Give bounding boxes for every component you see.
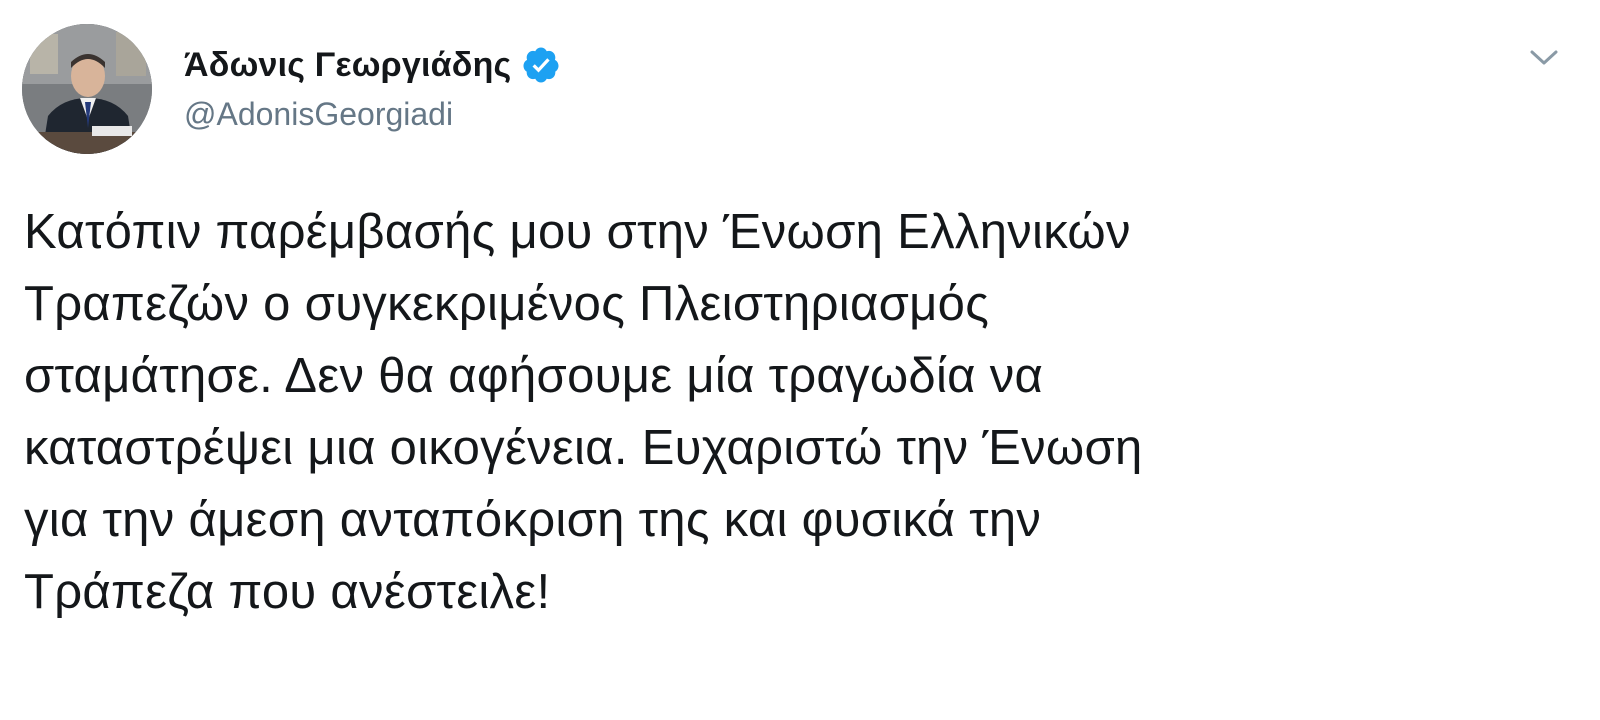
chevron-down-icon[interactable] [1526,42,1562,72]
tweet-text: Κατόπιν παρέμβασής μου στην Ένωση Ελληνι… [24,205,1143,619]
author-handle[interactable]: @AdonisGeorgiadi [184,96,561,133]
author-info: Άδωνις Γεωργιάδης @AdonisGeorgiadi [184,42,561,133]
name-row: Άδωνις Γεωργιάδης [184,42,561,88]
tweet-card: Άδωνις Γεωργιάδης @AdonisGeorgiadi Κατόπ… [0,0,1600,720]
avatar-photo [22,24,152,154]
verified-badge-icon [521,45,561,85]
author-avatar[interactable] [22,24,152,154]
author-display-name[interactable]: Άδωνις Γεωργιάδης [184,46,511,85]
